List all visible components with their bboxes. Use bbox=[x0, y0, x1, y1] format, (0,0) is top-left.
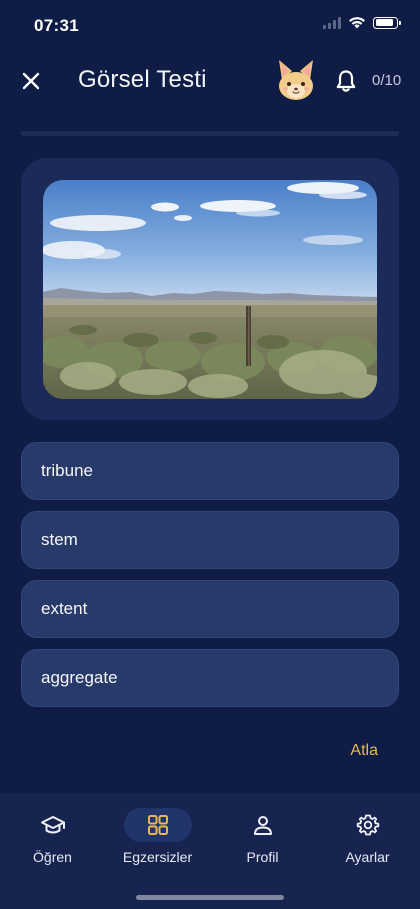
battery-level bbox=[375, 19, 393, 26]
option-button[interactable]: tribune bbox=[21, 442, 399, 500]
close-icon bbox=[22, 72, 40, 90]
nav-label: Egzersizler bbox=[122, 849, 193, 865]
status-bar: 07:31 bbox=[0, 0, 420, 52]
option-label: extent bbox=[41, 599, 88, 618]
nav-item-learn[interactable]: Öğren bbox=[0, 793, 105, 873]
option-label: aggregate bbox=[41, 668, 118, 687]
question-photo bbox=[43, 180, 377, 399]
gear-icon bbox=[356, 814, 379, 836]
nav-label: Öğren bbox=[33, 849, 72, 865]
bell-icon[interactable] bbox=[333, 68, 359, 94]
battery-icon bbox=[373, 16, 401, 29]
close-button[interactable] bbox=[16, 66, 46, 96]
skip-button[interactable]: Atla bbox=[350, 742, 378, 760]
score-counter: 0/10 bbox=[372, 72, 402, 89]
header: Görsel Testi 0/10 bbox=[0, 52, 420, 112]
landscape-photo bbox=[43, 180, 377, 399]
nav-item-exercises[interactable]: Egzersizler bbox=[105, 793, 210, 873]
fox-mascot-avatar bbox=[279, 60, 313, 100]
option-label: tribune bbox=[41, 461, 93, 480]
option-button[interactable]: aggregate bbox=[21, 649, 399, 707]
nav-label: Profil bbox=[246, 849, 279, 865]
grid-icon bbox=[147, 815, 168, 835]
nav-item-settings[interactable]: Ayarlar bbox=[315, 793, 420, 873]
nav-label: Ayarlar bbox=[345, 849, 390, 865]
cellular-signal-icon bbox=[323, 16, 341, 29]
status-time: 07:31 bbox=[34, 16, 79, 35]
graduation-cap-icon bbox=[40, 816, 65, 834]
option-label: stem bbox=[41, 530, 78, 549]
bottom-nav: Öğren Egzersizler Profil Ayarlar bbox=[0, 793, 420, 909]
question-image-card bbox=[21, 158, 399, 420]
wifi-icon bbox=[349, 17, 365, 29]
home-indicator bbox=[136, 895, 284, 900]
option-button[interactable]: extent bbox=[21, 580, 399, 638]
progress-bar bbox=[21, 131, 399, 136]
person-icon bbox=[253, 816, 272, 835]
nav-item-profile[interactable]: Profil bbox=[210, 793, 315, 873]
page-title: Görsel Testi bbox=[78, 66, 207, 93]
option-button[interactable]: stem bbox=[21, 511, 399, 569]
status-icons bbox=[323, 16, 401, 29]
